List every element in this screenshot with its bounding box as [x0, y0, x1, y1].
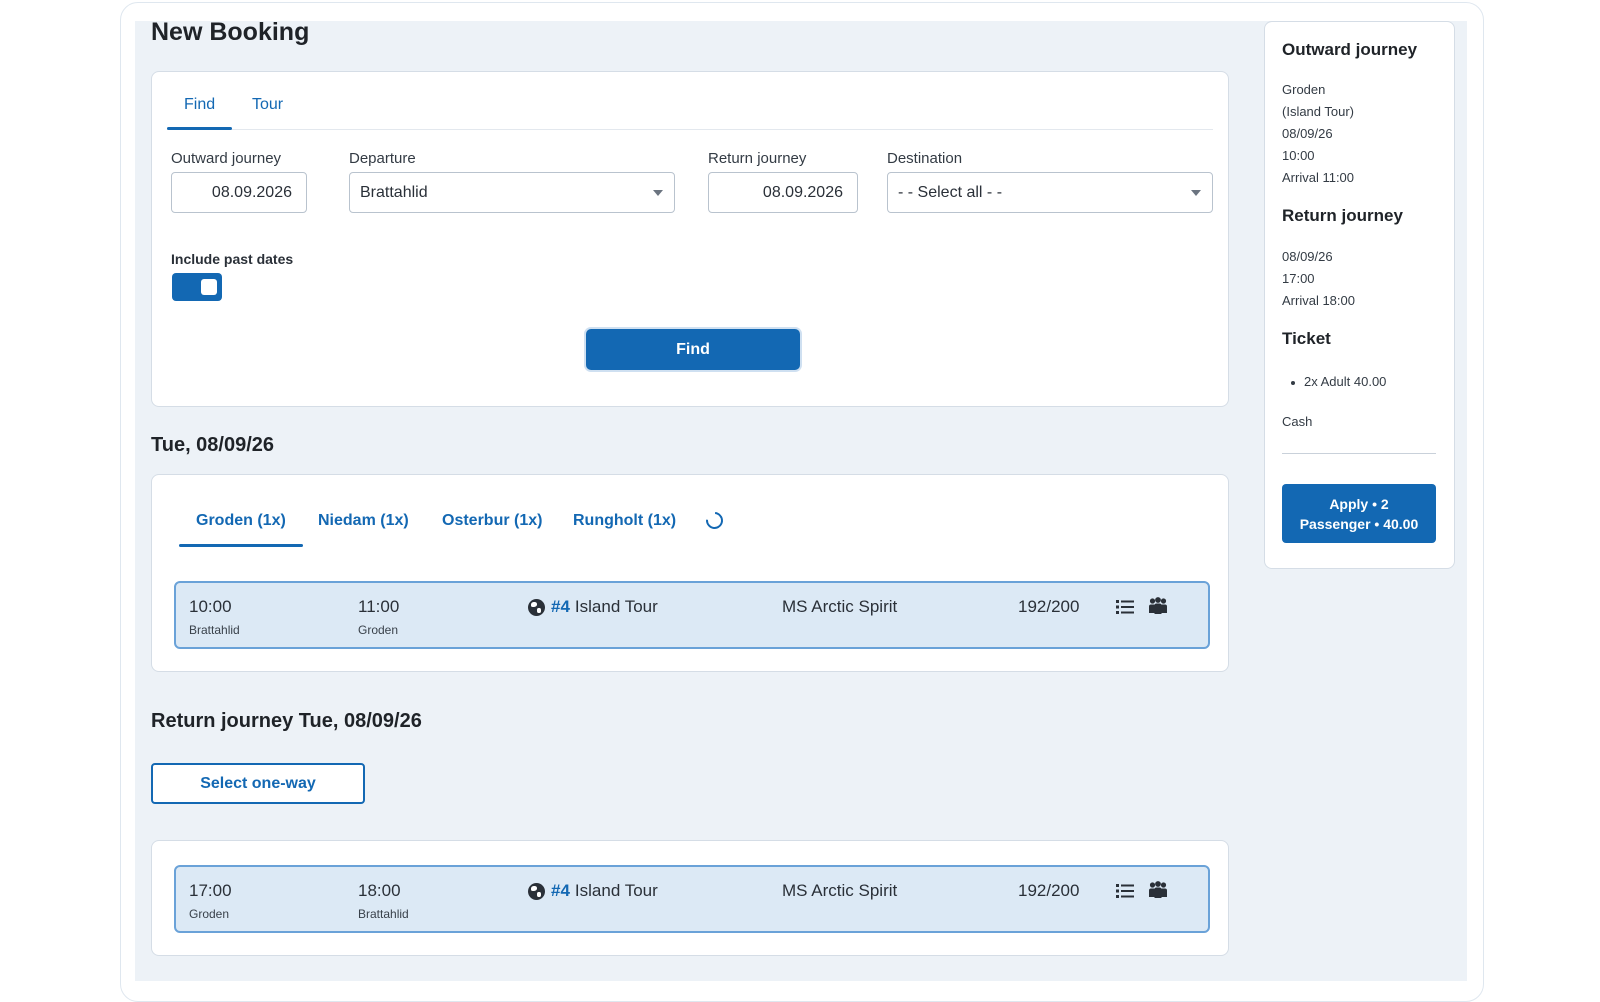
departure-place: Brattahlid	[189, 623, 240, 637]
tour-name: Island Tour	[574, 881, 658, 900]
return-date-title: Return journey Tue, 08/09/26	[151, 710, 422, 732]
tour-info: #4 Island Tour	[528, 597, 658, 617]
arrival-time: 18:00	[358, 881, 401, 900]
people-icon[interactable]	[1148, 881, 1168, 899]
summary-return-title: Return journey	[1282, 206, 1403, 225]
find-button[interactable]: Find	[586, 329, 800, 370]
return-connection-row[interactable]: 17:00 Groden 18:00 Brattahlid #4 Island …	[174, 865, 1210, 933]
departure-time: 10:00	[189, 597, 232, 616]
departure-label: Departure	[349, 150, 416, 167]
people-icon[interactable]	[1148, 597, 1168, 615]
return-date-input[interactable]: 08.09.2026	[708, 172, 858, 213]
destination-select-value: - - Select all - -	[898, 183, 1003, 201]
tab-osterbur[interactable]: Osterbur (1x)	[442, 512, 542, 530]
apply-button-line1: Apply • 2	[1329, 495, 1389, 512]
destination-select[interactable]: - - Select all - -	[887, 172, 1213, 213]
ship-name: MS Arctic Spirit	[782, 597, 898, 616]
tour-info: #4 Island Tour	[528, 881, 658, 901]
globe-icon	[528, 598, 545, 616]
payment-method: Cash	[1282, 414, 1313, 429]
tour-number[interactable]: #4	[551, 881, 570, 901]
return-journey-label: Return journey	[708, 150, 807, 167]
search-tabs: Find Tour	[166, 72, 1213, 130]
spinner-icon	[702, 508, 727, 533]
ship-name: MS Arctic Spirit	[782, 881, 898, 900]
summary-line: 10:00	[1282, 148, 1315, 163]
globe-icon	[528, 882, 545, 900]
summary-line: 08/09/26	[1282, 249, 1333, 264]
tab-tour[interactable]: Tour	[252, 96, 283, 114]
chevron-down-icon	[1191, 190, 1201, 196]
apply-button-line2: Passenger • 40.00	[1299, 515, 1419, 532]
apply-button[interactable]: Apply • 2 Passenger • 40.00	[1282, 484, 1436, 543]
select-one-way-button[interactable]: Select one-way	[151, 763, 365, 804]
list-icon[interactable]	[1116, 883, 1134, 899]
summary-divider	[1282, 453, 1436, 454]
page-title: New Booking	[151, 18, 310, 46]
tab-find[interactable]: Find	[166, 96, 233, 130]
outward-results-card: Groden (1x) Niedam (1x) Osterbur (1x) Ru…	[151, 474, 1229, 672]
tab-rungholt[interactable]: Rungholt (1x)	[573, 512, 676, 530]
list-icon[interactable]	[1116, 599, 1134, 615]
departure-time: 17:00	[189, 881, 232, 900]
capacity: 192/200	[1018, 597, 1080, 616]
include-past-dates-label: Include past dates	[171, 251, 294, 267]
departure-select[interactable]: Brattahlid	[349, 172, 675, 213]
toggle-knob	[201, 279, 217, 295]
search-card: Find Tour Outward journey 08.09.2026 Dep…	[151, 71, 1229, 407]
chevron-down-icon	[653, 190, 663, 196]
summary-outward-title: Outward journey	[1282, 40, 1418, 59]
summary-line: Arrival 11:00	[1282, 170, 1355, 185]
summary-ticket-title: Ticket	[1282, 329, 1331, 348]
tab-niedam[interactable]: Niedam (1x)	[318, 512, 409, 530]
include-past-dates-toggle[interactable]	[172, 273, 222, 301]
summary-outward-details: Groden (Island Tour) 08/09/26 10:00 Arri…	[1282, 79, 1354, 189]
departure-select-value: Brattahlid	[360, 183, 428, 201]
destination-label: Destination	[887, 150, 963, 167]
departure-place: Groden	[189, 907, 230, 921]
tour-name: Island Tour	[574, 597, 658, 616]
outward-date-title: Tue, 08/09/26	[151, 434, 275, 456]
summary-return-details: 08/09/26 17:00 Arrival 18:00	[1282, 246, 1355, 312]
outward-connection-row[interactable]: 10:00 Brattahlid 11:00 Groden #4 Island …	[174, 581, 1210, 649]
summary-line: (Island Tour)	[1282, 104, 1355, 119]
booking-summary: Outward journey Groden (Island Tour) 08/…	[1264, 21, 1455, 569]
return-results-card: 17:00 Groden 18:00 Brattahlid #4 Island …	[151, 840, 1229, 956]
summary-line: 17:00	[1282, 271, 1315, 286]
summary-line: 08/09/26	[1282, 126, 1333, 141]
arrival-place: Brattahlid	[358, 907, 409, 921]
summary-line: Groden	[1282, 82, 1326, 97]
outward-journey-label: Outward journey	[171, 150, 282, 167]
ticket-item: 2x Adult 40.00	[1290, 374, 1387, 389]
tour-number[interactable]: #4	[551, 597, 570, 617]
arrival-time: 11:00	[358, 597, 400, 616]
summary-line: Arrival 18:00	[1282, 293, 1355, 308]
tab-groden[interactable]: Groden (1x)	[179, 512, 303, 547]
capacity: 192/200	[1018, 881, 1080, 900]
outward-date-input[interactable]: 08.09.2026	[171, 172, 307, 213]
arrival-place: Groden	[358, 623, 399, 637]
